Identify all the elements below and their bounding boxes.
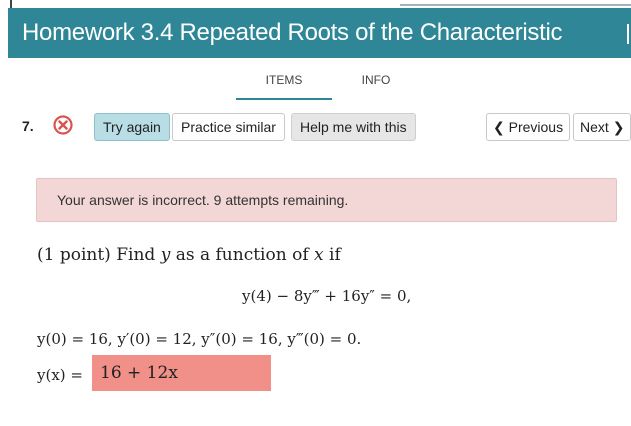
try-again-button[interactable]: Try again [94,113,170,141]
initial-conditions: y(0) = 16, y′(0) = 12, y″(0) = 16, y‴(0)… [37,330,362,348]
tab-info[interactable]: INFO [348,72,404,88]
assignment-header: Homework 3.4 Repeated Roots of the Chara… [8,8,631,96]
problem-var-x: x [314,245,324,265]
incorrect-alert: Your answer is incorrect. 9 attempts rem… [36,178,617,222]
help-me-button[interactable]: Help me with this [291,113,416,141]
problem-text-mid: as a function of [170,245,315,265]
chevron-left-icon: ❮ [493,119,505,135]
previous-button[interactable]: ❮ Previous [486,113,571,141]
tab-items[interactable]: ITEMS [236,72,332,100]
menu-edge [10,0,12,8]
problem-var-y: y [160,245,171,265]
practice-similar-button[interactable]: Practice similar [172,113,285,141]
problem-statement: (1 point) Find y as a function of x if [37,245,341,265]
differential-equation: y(4) − 8y‴ + 16y″ = 0, [242,287,412,305]
problem-text: (1 point) Find [37,245,161,265]
x-circle-icon [53,115,73,135]
tab-bar: ITEMS INFO [0,72,631,102]
next-label: Next [580,119,609,135]
chevron-right-icon: ❯ [612,119,625,135]
alert-message: Your answer is incorrect. 9 attempts rem… [57,192,349,208]
problem-text-end: if [323,245,341,265]
question-number: 7. [22,118,34,134]
header-edge [627,24,629,44]
top-decoration [400,0,631,6]
answer-label: y(x) = [37,366,83,384]
previous-label: Previous [508,119,564,135]
next-button[interactable]: Next ❯ [573,113,631,141]
answer-input[interactable]: 16 + 12x [92,355,271,391]
